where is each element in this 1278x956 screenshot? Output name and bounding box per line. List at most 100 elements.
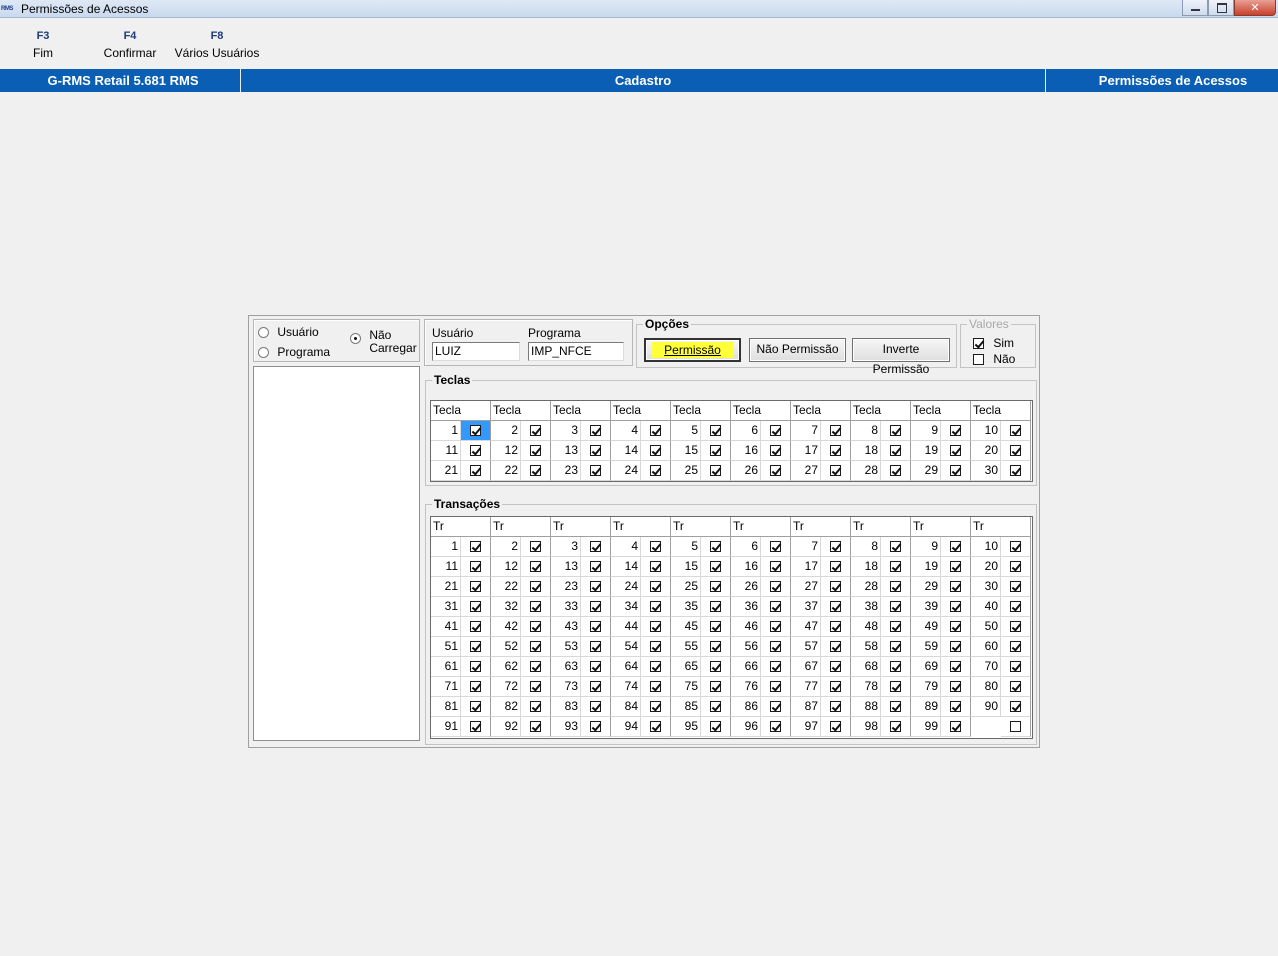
transacao-permission-cell[interactable] <box>521 537 551 557</box>
transacao-permission-cell[interactable] <box>821 597 851 617</box>
tecla-permission-cell[interactable] <box>461 461 491 481</box>
transacao-permission-cell[interactable] <box>521 557 551 577</box>
checkbox-icon[interactable] <box>470 621 481 633</box>
checkbox-icon[interactable] <box>530 581 541 593</box>
checkbox-icon[interactable] <box>710 681 721 693</box>
transacao-permission-cell[interactable] <box>821 617 851 637</box>
transacao-permission-cell[interactable] <box>1001 537 1031 557</box>
checkbox-icon[interactable] <box>710 621 721 633</box>
transacao-permission-cell[interactable] <box>881 657 911 677</box>
transacao-permission-cell[interactable] <box>881 697 911 717</box>
checkbox-icon[interactable] <box>530 661 541 673</box>
checkbox-icon[interactable] <box>470 721 481 733</box>
results-list[interactable] <box>253 366 420 741</box>
transacao-permission-cell[interactable] <box>461 537 491 557</box>
transacao-permission-cell[interactable] <box>1001 657 1031 677</box>
transacao-permission-cell[interactable] <box>701 617 731 637</box>
valores-nao-option[interactable]: Não <box>973 352 1015 366</box>
checkbox-icon[interactable] <box>590 701 601 713</box>
transacao-permission-cell[interactable] <box>941 597 971 617</box>
radio-usuario[interactable]: Usuário <box>258 325 319 339</box>
radio-usuario-icon[interactable] <box>258 327 269 339</box>
checkbox-icon[interactable] <box>470 661 481 673</box>
transacao-permission-cell[interactable] <box>941 657 971 677</box>
tecla-permission-cell[interactable] <box>1001 441 1031 461</box>
radio-programa[interactable]: Programa <box>258 345 330 359</box>
checkbox-icon[interactable] <box>950 701 961 713</box>
tecla-permission-cell[interactable] <box>881 441 911 461</box>
transacao-permission-cell[interactable] <box>461 557 491 577</box>
transacao-permission-cell[interactable] <box>761 577 791 597</box>
checkbox-icon[interactable] <box>650 561 661 573</box>
checkbox-icon[interactable] <box>1010 621 1021 633</box>
checkbox-icon[interactable] <box>1010 445 1021 457</box>
checkbox-icon[interactable] <box>650 581 661 593</box>
transacao-permission-cell[interactable] <box>461 697 491 717</box>
checkbox-icon[interactable] <box>950 661 961 673</box>
checkbox-icon[interactable] <box>590 641 601 653</box>
transacao-permission-cell[interactable] <box>1001 557 1031 577</box>
checkbox-icon[interactable] <box>950 581 961 593</box>
checkbox-icon[interactable] <box>1010 701 1021 713</box>
checkbox-icon[interactable] <box>530 681 541 693</box>
nao-permissao-button[interactable]: Não Permissão <box>749 338 846 362</box>
checkbox-icon[interactable] <box>530 561 541 573</box>
checkbox-icon[interactable] <box>470 641 481 653</box>
checkbox-icon[interactable] <box>770 641 781 653</box>
checkbox-icon[interactable] <box>890 601 901 613</box>
transacao-permission-cell[interactable] <box>1001 577 1031 597</box>
transacao-permission-cell[interactable] <box>881 677 911 697</box>
checkbox-icon[interactable] <box>590 561 601 573</box>
checkbox-icon[interactable] <box>770 621 781 633</box>
tecla-permission-cell[interactable] <box>881 421 911 441</box>
transacao-permission-cell[interactable] <box>521 637 551 657</box>
transacao-permission-cell[interactable] <box>821 557 851 577</box>
checkbox-icon[interactable] <box>950 445 961 457</box>
transacao-permission-cell[interactable] <box>761 637 791 657</box>
transacao-permission-cell[interactable] <box>701 557 731 577</box>
valores-sim-option[interactable]: Sim <box>973 336 1014 350</box>
tecla-permission-cell[interactable] <box>581 421 611 441</box>
transacao-permission-cell[interactable] <box>1001 597 1031 617</box>
tecla-permission-cell[interactable] <box>761 441 791 461</box>
tecla-permission-cell[interactable] <box>941 441 971 461</box>
checkbox-icon[interactable] <box>590 465 601 477</box>
checkbox-icon[interactable] <box>650 425 661 437</box>
checkbox-icon[interactable] <box>1010 425 1021 437</box>
transacao-permission-cell[interactable] <box>821 577 851 597</box>
checkbox-icon[interactable] <box>830 465 841 477</box>
checkbox-icon[interactable] <box>830 425 841 437</box>
tecla-permission-cell[interactable] <box>941 461 971 481</box>
tecla-permission-cell[interactable] <box>461 421 491 441</box>
transacao-permission-cell[interactable] <box>881 537 911 557</box>
checkbox-icon[interactable] <box>1010 721 1021 733</box>
checkbox-icon[interactable] <box>890 425 901 437</box>
checkbox-icon[interactable] <box>830 601 841 613</box>
transacao-permission-cell[interactable] <box>1001 617 1031 637</box>
checkbox-icon[interactable] <box>470 465 481 477</box>
close-icon[interactable] <box>1234 0 1276 16</box>
checkbox-icon[interactable] <box>530 641 541 653</box>
checkbox-icon[interactable] <box>1010 581 1021 593</box>
tecla-permission-cell[interactable] <box>521 441 551 461</box>
tecla-permission-cell[interactable] <box>821 461 851 481</box>
checkbox-icon[interactable] <box>1010 601 1021 613</box>
tecla-permission-cell[interactable] <box>581 441 611 461</box>
transacao-permission-cell[interactable] <box>461 637 491 657</box>
checkbox-icon[interactable] <box>470 445 481 457</box>
transacao-permission-cell[interactable] <box>941 617 971 637</box>
checkbox-icon[interactable] <box>650 601 661 613</box>
checkbox-icon[interactable] <box>710 541 721 553</box>
transacao-permission-cell[interactable] <box>761 617 791 637</box>
transacao-permission-cell[interactable] <box>881 577 911 597</box>
transacao-permission-cell[interactable] <box>881 637 911 657</box>
checkbox-icon[interactable] <box>770 445 781 457</box>
tecla-permission-cell[interactable] <box>1001 461 1031 481</box>
checkbox-icon[interactable] <box>710 561 721 573</box>
checkbox-icon[interactable] <box>950 541 961 553</box>
transacao-permission-cell[interactable] <box>521 577 551 597</box>
transacao-permission-cell[interactable] <box>701 657 731 677</box>
transacao-permission-cell[interactable] <box>641 557 671 577</box>
f4-confirmar-button[interactable]: F4 Confirmar <box>96 30 164 63</box>
checkbox-icon[interactable] <box>1010 465 1021 477</box>
